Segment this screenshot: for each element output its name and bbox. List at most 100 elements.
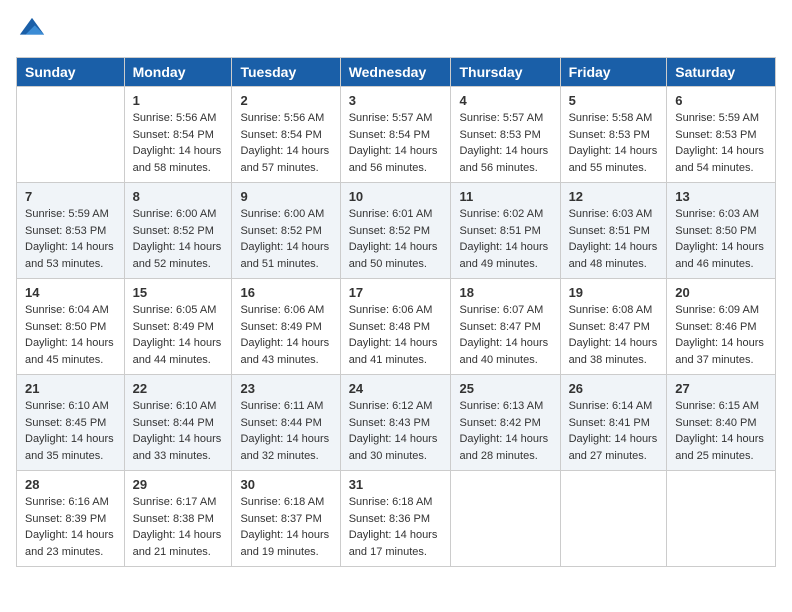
calendar-cell: 11 Sunrise: 6:02 AMSunset: 8:51 PMDayligh… [451,183,560,279]
cell-info: Sunrise: 6:11 AMSunset: 8:44 PMDaylight:… [240,400,329,462]
week-row-4: 21 Sunrise: 6:10 AMSunset: 8:45 PMDayligh… [17,375,776,471]
page-header [16,16,776,45]
calendar-cell: 13 Sunrise: 6:03 AMSunset: 8:50 PMDayligh… [667,183,776,279]
day-number: 30 [240,477,331,492]
cell-info: Sunrise: 5:59 AMSunset: 8:53 PMDaylight:… [25,208,114,270]
cell-info: Sunrise: 5:57 AMSunset: 8:53 PMDaylight:… [459,112,548,174]
calendar-cell: 27 Sunrise: 6:15 AMSunset: 8:40 PMDayligh… [667,375,776,471]
calendar-cell: 5Sunrise: 5:58 AMSunset: 8:53 PMDaylight… [560,87,667,183]
day-number: 13 [675,189,767,204]
cell-info: Sunrise: 6:07 AMSunset: 8:47 PMDaylight:… [459,304,548,366]
calendar-cell [667,471,776,567]
cell-info: Sunrise: 6:16 AMSunset: 8:39 PMDaylight:… [25,496,114,558]
column-header-wednesday: Wednesday [340,58,451,87]
day-number: 14 [25,285,116,300]
calendar-cell: 3Sunrise: 5:57 AMSunset: 8:54 PMDaylight… [340,87,451,183]
week-row-5: 28 Sunrise: 6:16 AMSunset: 8:39 PMDayligh… [17,471,776,567]
day-number: 20 [675,285,767,300]
cell-info: Sunrise: 5:57 AMSunset: 8:54 PMDaylight:… [349,112,438,174]
cell-info: Sunrise: 6:00 AMSunset: 8:52 PMDaylight:… [133,208,222,270]
day-number: 22 [133,381,224,396]
calendar-cell: 7 Sunrise: 5:59 AMSunset: 8:53 PMDaylight… [17,183,125,279]
cell-info: Sunrise: 6:15 AMSunset: 8:40 PMDaylight:… [675,400,764,462]
calendar-cell: 26 Sunrise: 6:14 AMSunset: 8:41 PMDayligh… [560,375,667,471]
calendar-cell: 9 Sunrise: 6:00 AMSunset: 8:52 PMDaylight… [232,183,340,279]
week-row-1: 1 Sunrise: 5:56 AMSunset: 8:54 PMDaylight… [17,87,776,183]
logo [16,16,46,45]
calendar-cell: 23 Sunrise: 6:11 AMSunset: 8:44 PMDayligh… [232,375,340,471]
cell-info: Sunrise: 6:01 AMSunset: 8:52 PMDaylight:… [349,208,438,270]
day-number: 16 [240,285,331,300]
cell-info: Sunrise: 5:58 AMSunset: 8:53 PMDaylight:… [569,112,658,174]
day-number: 25 [459,381,551,396]
calendar-cell: 28 Sunrise: 6:16 AMSunset: 8:39 PMDayligh… [17,471,125,567]
calendar-cell: 15 Sunrise: 6:05 AMSunset: 8:49 PMDayligh… [124,279,232,375]
calendar-cell: 30 Sunrise: 6:18 AMSunset: 8:37 PMDayligh… [232,471,340,567]
day-number: 18 [459,285,551,300]
calendar-cell: 25 Sunrise: 6:13 AMSunset: 8:42 PMDayligh… [451,375,560,471]
day-number: 1 [133,93,224,108]
day-number: 26 [569,381,659,396]
day-number: 9 [240,189,331,204]
cell-info: Sunrise: 6:00 AMSunset: 8:52 PMDaylight:… [240,208,329,270]
cell-info: Sunrise: 6:18 AMSunset: 8:37 PMDaylight:… [240,496,329,558]
day-number: 2 [240,93,331,108]
calendar-cell [17,87,125,183]
day-number: 4 [459,93,551,108]
calendar-cell: 31Sunrise: 6:18 AMSunset: 8:36 PMDayligh… [340,471,451,567]
cell-info: Sunrise: 6:14 AMSunset: 8:41 PMDaylight:… [569,400,658,462]
day-number: 23 [240,381,331,396]
calendar-cell: 1 Sunrise: 5:56 AMSunset: 8:54 PMDaylight… [124,87,232,183]
day-number: 8 [133,189,224,204]
calendar-cell: 10 Sunrise: 6:01 AMSunset: 8:52 PMDayligh… [340,183,451,279]
calendar-cell: 6 Sunrise: 5:59 AMSunset: 8:53 PMDaylight… [667,87,776,183]
day-number: 11 [459,189,551,204]
day-number: 10 [349,189,443,204]
calendar-cell: 16 Sunrise: 6:06 AMSunset: 8:49 PMDayligh… [232,279,340,375]
calendar-cell: 14 Sunrise: 6:04 AMSunset: 8:50 PMDayligh… [17,279,125,375]
cell-info: Sunrise: 6:06 AMSunset: 8:48 PMDaylight:… [349,304,438,366]
cell-info: Sunrise: 6:10 AMSunset: 8:44 PMDaylight:… [133,400,222,462]
cell-info: Sunrise: 6:02 AMSunset: 8:51 PMDaylight:… [459,208,548,270]
calendar-cell: 2 Sunrise: 5:56 AMSunset: 8:54 PMDaylight… [232,87,340,183]
week-row-2: 7 Sunrise: 5:59 AMSunset: 8:53 PMDaylight… [17,183,776,279]
calendar-cell: 12Sunrise: 6:03 AMSunset: 8:51 PMDayligh… [560,183,667,279]
column-header-tuesday: Tuesday [232,58,340,87]
day-number: 28 [25,477,116,492]
cell-info: Sunrise: 5:56 AMSunset: 8:54 PMDaylight:… [133,112,222,174]
column-header-saturday: Saturday [667,58,776,87]
cell-info: Sunrise: 6:03 AMSunset: 8:51 PMDaylight:… [569,208,658,270]
cell-info: Sunrise: 6:13 AMSunset: 8:42 PMDaylight:… [459,400,548,462]
cell-info: Sunrise: 6:10 AMSunset: 8:45 PMDaylight:… [25,400,114,462]
cell-info: Sunrise: 6:06 AMSunset: 8:49 PMDaylight:… [240,304,329,366]
cell-info: Sunrise: 6:08 AMSunset: 8:47 PMDaylight:… [569,304,658,366]
calendar-cell: 24 Sunrise: 6:12 AMSunset: 8:43 PMDayligh… [340,375,451,471]
day-number: 15 [133,285,224,300]
cell-info: Sunrise: 5:59 AMSunset: 8:53 PMDaylight:… [675,112,764,174]
cell-info: Sunrise: 6:12 AMSunset: 8:43 PMDaylight:… [349,400,438,462]
calendar-cell: 4 Sunrise: 5:57 AMSunset: 8:53 PMDaylight… [451,87,560,183]
cell-info: Sunrise: 6:05 AMSunset: 8:49 PMDaylight:… [133,304,222,366]
day-number: 27 [675,381,767,396]
cell-info: Sunrise: 5:56 AMSunset: 8:54 PMDaylight:… [240,112,329,174]
day-number: 21 [25,381,116,396]
calendar-header-row: SundayMondayTuesdayWednesdayThursdayFrid… [17,58,776,87]
calendar-cell: 19 Sunrise: 6:08 AMSunset: 8:47 PMDayligh… [560,279,667,375]
calendar-cell [451,471,560,567]
calendar-cell: 20Sunrise: 6:09 AMSunset: 8:46 PMDayligh… [667,279,776,375]
day-number: 7 [25,189,116,204]
day-number: 17 [349,285,443,300]
day-number: 24 [349,381,443,396]
cell-info: Sunrise: 6:04 AMSunset: 8:50 PMDaylight:… [25,304,114,366]
column-header-friday: Friday [560,58,667,87]
column-header-thursday: Thursday [451,58,560,87]
calendar-cell: 29Sunrise: 6:17 AMSunset: 8:38 PMDayligh… [124,471,232,567]
cell-info: Sunrise: 6:03 AMSunset: 8:50 PMDaylight:… [675,208,764,270]
calendar-cell: 18 Sunrise: 6:07 AMSunset: 8:47 PMDayligh… [451,279,560,375]
day-number: 19 [569,285,659,300]
day-number: 31 [349,477,443,492]
day-number: 6 [675,93,767,108]
calendar-cell: 21 Sunrise: 6:10 AMSunset: 8:45 PMDayligh… [17,375,125,471]
calendar-cell [560,471,667,567]
column-header-monday: Monday [124,58,232,87]
